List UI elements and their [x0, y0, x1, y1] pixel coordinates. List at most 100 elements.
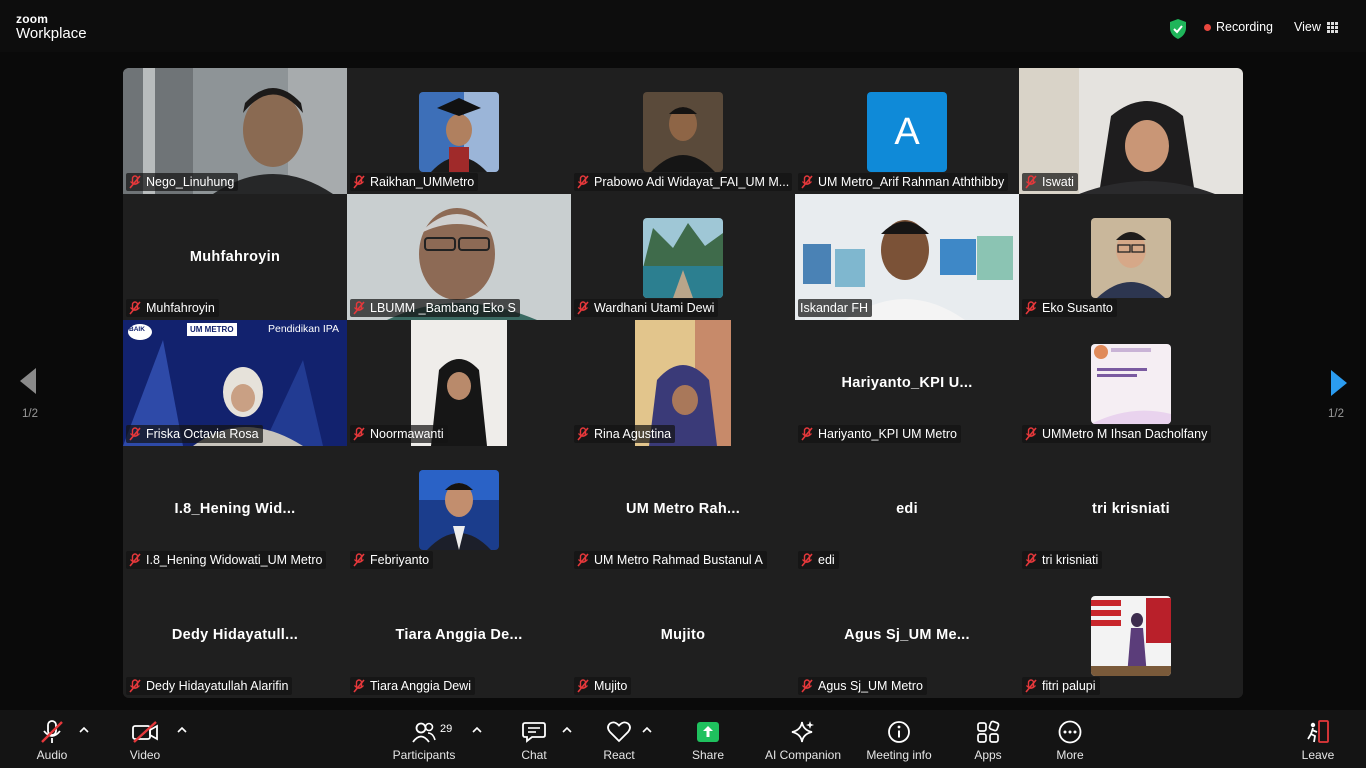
react-options-chevron-icon[interactable] [642, 726, 652, 734]
participant-display-name: I.8_Hening Wid... [174, 501, 296, 517]
participant-tile[interactable]: Mujito Mujito [571, 572, 795, 698]
muted-mic-icon [1025, 553, 1037, 567]
recording-indicator[interactable]: Recording [1204, 20, 1273, 34]
participant-tile[interactable]: Hariyanto_KPI U... Hariyanto_KPI UM Metr… [795, 320, 1019, 446]
participant-tile[interactable]: tri krisniati tri krisniati [1019, 446, 1243, 572]
muted-mic-icon [129, 427, 141, 441]
meeting-info-button[interactable]: Meeting info [862, 720, 936, 762]
muted-mic-icon [353, 679, 365, 693]
participant-nametag: Dedy Hidayatullah Alarifin [126, 677, 293, 695]
more-button[interactable]: More [1052, 720, 1088, 762]
apps-button[interactable]: Apps [970, 720, 1006, 762]
banner-logo-left: BAIK [129, 326, 145, 333]
participant-name: LBUMM _Bambang Eko S [370, 301, 516, 315]
video-options-chevron-icon[interactable] [177, 726, 187, 734]
participant-name: Mujito [594, 679, 628, 693]
participant-tile[interactable]: I.8_Hening Wid... I.8_Hening Widowati_UM… [123, 446, 347, 572]
participant-name: Rina Agustina [594, 427, 672, 441]
audio-button[interactable]: Audio [34, 720, 70, 762]
participant-name: Agus Sj_UM Metro [818, 679, 923, 693]
muted-mic-icon [801, 175, 813, 189]
encryption-shield-icon[interactable] [1169, 19, 1187, 39]
participant-nametag: Friska Octavia Rosa [126, 425, 263, 443]
muted-mic-icon [353, 427, 365, 441]
participant-tile[interactable]: fitri palupi [1019, 572, 1243, 698]
participant-display-name: UM Metro Rah... [625, 501, 741, 517]
profile-picture [419, 470, 499, 550]
participant-display-name: Mujito [660, 627, 706, 643]
banner-program: Pendidikan IPA [268, 323, 340, 335]
participant-tile[interactable]: Febriyanto [347, 446, 571, 572]
muted-mic-icon [801, 427, 813, 441]
muted-mic-icon [1025, 301, 1037, 315]
participant-tile[interactable]: LBUMM _Bambang Eko S [347, 194, 571, 320]
muted-mic-icon [577, 679, 589, 693]
muted-mic-icon [1025, 175, 1037, 189]
participant-tile[interactable]: Nego_Linuhung [123, 68, 347, 194]
participant-tile[interactable]: Eko Susanto [1019, 194, 1243, 320]
muted-mic-icon [801, 679, 813, 693]
share-button[interactable]: Share [690, 720, 726, 762]
participant-nametag: I.8_Hening Widowati_UM Metro [126, 551, 327, 569]
recording-label: Recording [1216, 20, 1273, 34]
leave-door-icon [1307, 720, 1329, 743]
participant-tile[interactable]: edi edi [795, 446, 1019, 572]
participants-label: Participants [392, 748, 456, 762]
leave-button[interactable]: Leave [1300, 720, 1336, 762]
participant-nametag: Tiara Anggia Dewi [350, 677, 475, 695]
gallery-view: Nego_Linuhung Raikhan_UMMetro Prabowo Ad… [123, 68, 1243, 698]
participant-name: fitri palupi [1042, 679, 1096, 693]
participant-nametag: fitri palupi [1022, 677, 1100, 695]
participant-tile[interactable]: UMMetro M Ihsan Dacholfany [1019, 320, 1243, 446]
participant-nametag: edi [798, 551, 839, 569]
participant-tile[interactable]: Prabowo Adi Widayat_FAI_UM M... [571, 68, 795, 194]
participant-nametag: LBUMM _Bambang Eko S [350, 299, 520, 317]
participant-tile[interactable]: Muhfahroyin Muhfahroyin [123, 194, 347, 320]
participant-name: Iswati [1042, 175, 1074, 189]
muted-mic-icon [129, 679, 141, 693]
page-indicator-left: 1/2 [22, 408, 38, 420]
participant-tile[interactable]: Noormawanti [347, 320, 571, 446]
ai-companion-button[interactable]: AI Companion [760, 720, 846, 762]
participant-tile[interactable]: UM Metro Rah... UM Metro Rahmad Bustanul… [571, 446, 795, 572]
audio-options-chevron-icon[interactable] [79, 726, 89, 734]
next-page-icon[interactable] [1329, 369, 1349, 397]
participant-nametag: Iswati [1022, 173, 1078, 191]
participant-name: Dedy Hidayatullah Alarifin [146, 679, 289, 693]
muted-mic-icon [353, 553, 365, 567]
participant-nametag: Hariyanto_KPI UM Metro [798, 425, 961, 443]
participant-name: Raikhan_UMMetro [370, 175, 475, 189]
participant-tile[interactable]: Rina Agustina [571, 320, 795, 446]
participant-tile[interactable]: Wardhani Utami Dewi [571, 194, 795, 320]
top-bar: zoom Workplace Recording View [0, 0, 1366, 52]
leave-label: Leave [1301, 748, 1335, 762]
chat-button[interactable]: Chat [516, 720, 552, 762]
react-label: React [603, 748, 635, 762]
participant-nametag: Eko Susanto [1022, 299, 1117, 317]
participant-nametag: Iskandar FH [798, 299, 873, 317]
participant-tile[interactable]: A UM Metro_Arif Rahman Aththibby [795, 68, 1019, 194]
participant-tile[interactable]: BAIK UM METRO Pendidikan IPA Friska Octa… [123, 320, 347, 446]
participant-tile[interactable]: Tiara Anggia De... Tiara Anggia Dewi [347, 572, 571, 698]
participants-options-chevron-icon[interactable] [472, 726, 482, 734]
react-button[interactable]: React [600, 720, 638, 762]
view-button[interactable]: View [1294, 20, 1338, 34]
participant-tile[interactable]: Dedy Hidayatull... Dedy Hidayatullah Ala… [123, 572, 347, 698]
participant-nametag: Raikhan_UMMetro [350, 173, 479, 191]
participant-name: UMMetro M Ihsan Dacholfany [1042, 427, 1208, 441]
participant-nametag: Nego_Linuhung [126, 173, 239, 191]
participant-display-name: edi [896, 501, 918, 517]
participant-nametag: Muhfahroyin [126, 299, 219, 317]
participant-tile[interactable]: Iswati [1019, 68, 1243, 194]
participant-name: Muhfahroyin [146, 301, 215, 315]
participant-tile-active-speaker[interactable]: Iskandar FH [795, 194, 1019, 320]
profile-picture [643, 92, 723, 172]
profile-picture [643, 218, 723, 298]
muted-mic-icon [353, 301, 365, 315]
participant-tile[interactable]: Agus Sj_UM Me... Agus Sj_UM Metro [795, 572, 1019, 698]
participant-tile[interactable]: Raikhan_UMMetro [347, 68, 571, 194]
muted-mic-icon [577, 301, 589, 315]
chat-options-chevron-icon[interactable] [562, 726, 572, 734]
video-button[interactable]: Video [126, 720, 164, 762]
previous-page-icon[interactable] [18, 367, 38, 395]
